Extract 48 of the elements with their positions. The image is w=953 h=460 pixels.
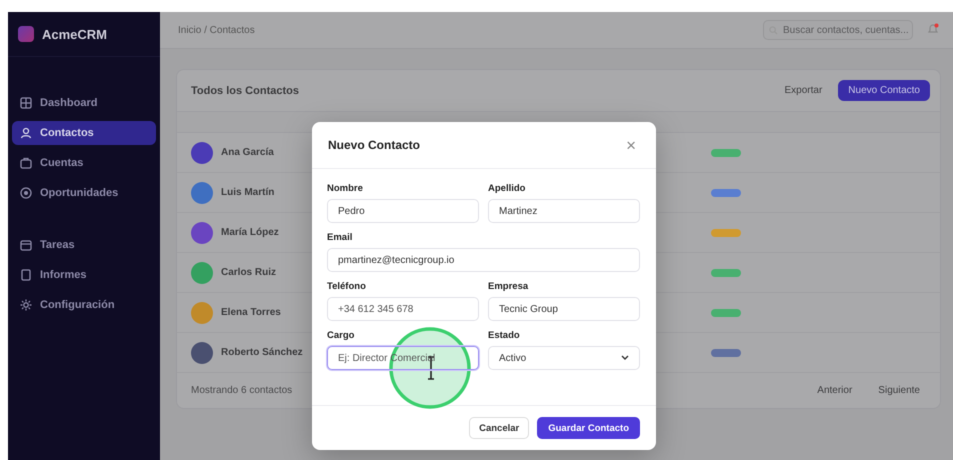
save-contact-button[interactable]: Guardar Contacto: [537, 417, 640, 439]
breadcrumb: Inicio / Contactos: [178, 24, 255, 36]
field-label: Empresa: [488, 281, 530, 292]
input-field[interactable]: Martinez: [488, 199, 640, 223]
cancel-button[interactable]: Cancelar: [469, 417, 530, 439]
close-button[interactable]: ×: [622, 136, 640, 154]
document-icon: [20, 269, 32, 281]
field-label: Email: [327, 232, 354, 243]
sidebar-item[interactable]: Oportunidades: [12, 181, 156, 205]
contact-name: Carlos Ruiz: [221, 267, 278, 278]
contact-name: María López: [221, 227, 280, 238]
export-button[interactable]: Exportar: [778, 81, 828, 100]
field-label: Apellido: [488, 183, 526, 194]
status-dropdown[interactable]: Activo: [488, 346, 640, 370]
contact-name: Elena Torres: [221, 307, 282, 318]
briefcase-icon: [20, 157, 32, 169]
input-field[interactable]: Pedro: [327, 199, 479, 223]
notification-bell-icon[interactable]: [927, 22, 939, 34]
previous-button[interactable]: Anterior: [811, 381, 858, 400]
contact-name: Luis Martín: [221, 187, 276, 198]
chevron-down-icon: [621, 355, 629, 361]
grid-icon: [20, 97, 32, 109]
input-field[interactable]: pmartinez@tecnicgroup.io: [327, 248, 640, 272]
field-label: Teléfono: [327, 281, 367, 292]
calendar-icon: [20, 239, 32, 251]
contacts-count: Mostrando 6 contactos: [191, 385, 292, 396]
dialog-title: Nuevo Contacto: [328, 138, 420, 152]
search-field[interactable]: Buscar contactos, cuentas...: [763, 20, 913, 40]
sidebar-item[interactable]: Informes: [12, 263, 156, 287]
sidebar-item[interactable]: Tareas: [12, 233, 156, 257]
sidebar-item[interactable]: Contactos: [12, 121, 156, 145]
field-label: Nombre: [327, 183, 364, 194]
brand-name: AcmeCRM: [42, 26, 108, 42]
input-field[interactable]: Tecnic Group: [488, 297, 640, 321]
contact-name: Ana García: [221, 147, 275, 158]
field-label: Cargo: [327, 330, 356, 341]
sidebar-item[interactable]: Configuración: [12, 293, 156, 317]
sidebar-item[interactable]: Dashboard: [12, 91, 156, 115]
target-icon: [20, 187, 32, 199]
card-title: Todos los Contactos: [191, 84, 299, 96]
settings-icon: [20, 299, 32, 311]
next-button[interactable]: Siguiente: [872, 381, 926, 400]
sidebar-item[interactable]: Cuentas: [12, 151, 156, 175]
logo-icon: [18, 26, 34, 42]
contact-name: Roberto Sánchez: [221, 347, 304, 358]
new-contact-button[interactable]: Nuevo Contacto: [838, 80, 930, 101]
field-label: Estado: [488, 330, 521, 341]
person-icon: [20, 127, 32, 139]
